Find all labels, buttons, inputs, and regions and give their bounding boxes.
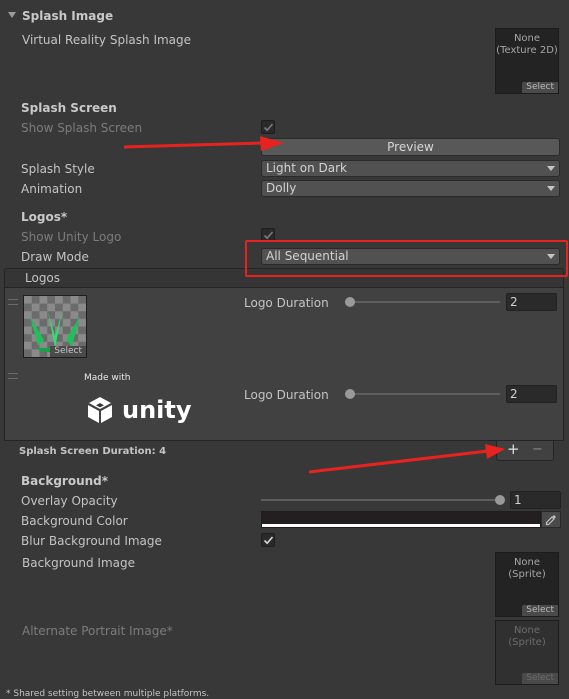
eyedropper-icon [545, 515, 556, 526]
logo-duration-input-2[interactable]: 2 [506, 385, 557, 403]
background-color-field[interactable] [261, 511, 541, 528]
vr-slot-type-text: (Texture 2D) [496, 45, 558, 56]
logo-texture-select-button[interactable]: Select [50, 346, 86, 357]
splash-screen-duration: Splash Screen Duration: 4 [19, 446, 167, 457]
blur-background-label: Blur Background Image [21, 534, 162, 548]
preview-arrow [123, 141, 263, 149]
show-splash-screen-checkbox[interactable] [261, 120, 275, 134]
dropdown-arrow-icon [547, 166, 555, 171]
vr-slot-select-button[interactable]: Select [522, 82, 558, 93]
shared-setting-footnote: * Shared setting between multiple platfo… [6, 689, 210, 699]
splash-screen-header: Splash Screen [21, 101, 117, 115]
alternate-portrait-slot: None (Sprite) Select [495, 620, 559, 685]
add-button-arrow [308, 449, 489, 474]
checkmark-icon [263, 123, 274, 132]
logos-list-title: Logos [25, 271, 61, 285]
splash-style-label: Splash Style [21, 162, 95, 176]
logo-duration-slider-track-1[interactable] [345, 301, 500, 303]
overlay-opacity-slider-track[interactable] [261, 499, 501, 501]
checkmark-icon [263, 536, 274, 545]
overlay-opacity-slider-thumb[interactable] [495, 495, 505, 505]
drag-handle-icon[interactable] [8, 373, 18, 379]
vr-splash-image-slot[interactable]: None (Texture 2D) Select [495, 28, 559, 94]
dropdown-arrow-icon [547, 186, 555, 191]
preview-button[interactable]: Preview [261, 138, 560, 156]
alternate-portrait-label: Alternate Portrait Image* [22, 624, 173, 638]
blur-background-checkbox[interactable] [261, 533, 275, 547]
logos-header: Logos* [21, 210, 68, 224]
list-add-remove-bar: + − [496, 440, 554, 461]
logo-duration-input-1[interactable]: 2 [506, 293, 557, 311]
drag-handle-icon[interactable] [8, 299, 18, 305]
vr-splash-image-label: Virtual Reality Splash Image [22, 33, 192, 47]
logo-duration-label-1: Logo Duration [244, 296, 329, 310]
bg-slot-type-text: (Sprite) [508, 569, 546, 580]
background-color-alpha-bar [262, 524, 540, 527]
show-splash-screen-label: Show Splash Screen [21, 121, 143, 135]
logo-duration-label-2: Logo Duration [244, 388, 329, 402]
background-header: Background* [21, 474, 109, 488]
logo-duration-slider-thumb-1[interactable] [345, 297, 355, 307]
bg-slot-select-button[interactable]: Select [522, 605, 558, 616]
logo-duration-slider-thumb-2[interactable] [345, 389, 355, 399]
splash-image-title: Splash Image [22, 9, 114, 23]
draw-mode-highlight-box [245, 240, 568, 277]
background-color-swatch [262, 512, 540, 524]
unity-made-with-logo: Made with unity [80, 370, 192, 426]
portrait-slot-select-button: Select [522, 673, 558, 684]
unity-logo-icon [88, 397, 112, 423]
vr-slot-none-text: None [513, 33, 541, 44]
animation-dropdown[interactable]: Dolly [261, 180, 560, 197]
animation-label: Animation [21, 182, 83, 196]
animation-value: Dolly [266, 181, 297, 195]
show-unity-logo-label: Show Unity Logo [21, 230, 122, 244]
portrait-slot-none-text: None [513, 625, 541, 636]
splash-image-foldout[interactable]: Splash Image [6, 8, 206, 24]
portrait-slot-type-text: (Sprite) [508, 637, 546, 648]
foldout-triangle-icon [8, 12, 16, 18]
logo-duration-slider-track-2[interactable] [345, 393, 500, 395]
draw-mode-label: Draw Mode [21, 250, 89, 264]
overlay-opacity-input[interactable]: 1 [510, 491, 561, 509]
add-logo-button[interactable]: + [507, 440, 520, 458]
bg-slot-none-text: None [513, 557, 541, 568]
background-image-label: Background Image [22, 556, 135, 570]
remove-logo-button[interactable]: − [532, 441, 543, 459]
eyedropper-button[interactable] [541, 511, 561, 528]
background-image-slot[interactable]: None (Sprite) Select [495, 552, 559, 617]
made-with-text: Made with [84, 373, 131, 383]
splash-style-value: Light on Dark [266, 161, 347, 175]
logo-texture-slot[interactable]: Select [23, 295, 87, 358]
unity-wordmark: unity [122, 396, 192, 424]
overlay-opacity-label: Overlay Opacity [21, 494, 118, 508]
background-color-label: Background Color [21, 514, 128, 528]
splash-style-dropdown[interactable]: Light on Dark [261, 160, 560, 177]
